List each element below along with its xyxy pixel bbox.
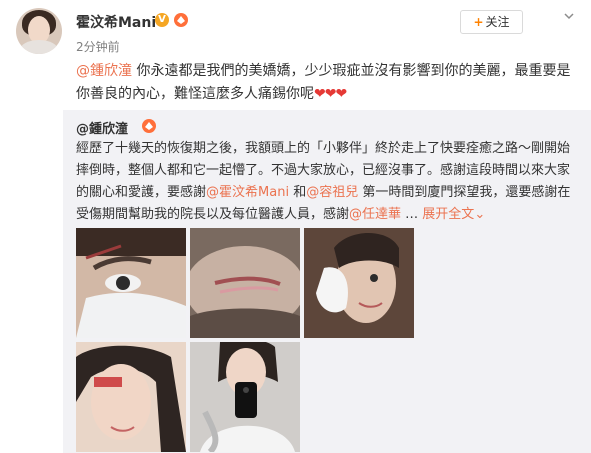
photo-5-image <box>190 342 300 452</box>
mention-link[interactable]: @容祖兒 <box>306 185 358 200</box>
mention-link[interactable]: @霍汶希Mani <box>206 185 289 200</box>
post-username[interactable]: 霍汶希Mani <box>76 12 156 32</box>
photo-2-image <box>190 228 300 338</box>
heart-emoji-icons: ❤❤❤ <box>314 86 347 102</box>
plus-icon: + <box>473 15 484 29</box>
chevron-down-icon[interactable] <box>563 10 575 22</box>
avatar[interactable] <box>16 8 62 54</box>
repost-container: @鍾欣潼 經歷了十幾天的恢復期之後，我額頭上的「小夥伴」終於走上了快要痊癒之路～… <box>63 110 591 453</box>
follow-label: 关注 <box>485 15 510 29</box>
fan-badge-icon <box>142 119 156 133</box>
photo-5[interactable] <box>190 342 300 452</box>
mention-link[interactable]: @任達華 <box>349 207 401 222</box>
fan-badge-icon <box>174 13 188 27</box>
v-badge-icon: V <box>155 13 169 27</box>
photo-3[interactable] <box>304 228 414 338</box>
repost-text: 經歷了十幾天的恢復期之後，我額頭上的「小夥伴」終於走上了快要痊癒之路～剛開始摔倒… <box>76 138 576 226</box>
photo-4[interactable] <box>76 342 186 452</box>
photo-3-image <box>304 228 414 338</box>
chevron-down-icon: ⌄ <box>474 207 486 222</box>
photo-4-image <box>76 342 186 452</box>
avatar-body <box>20 40 58 54</box>
follow-button[interactable]: + 关注 <box>460 10 523 34</box>
photo-2[interactable] <box>190 228 300 338</box>
weibo-post-card: 霍汶希Mani V 2分钟前 + 关注 @鍾欣潼 你永遠都是我們的美嬌嬌，少少瑕疵… <box>0 0 591 453</box>
post-time[interactable]: 2分钟前 <box>76 38 120 55</box>
mention-link[interactable]: @鍾欣潼 <box>76 63 132 79</box>
repost-username[interactable]: @鍾欣潼 <box>76 118 128 137</box>
post-text: @鍾欣潼 你永遠都是我們的美嬌嬌，少少瑕疵並沒有影響到你的美麗，最重要是你善良的… <box>76 60 576 106</box>
photo-1[interactable] <box>76 228 186 338</box>
repost-text-part-2: 和 <box>289 185 307 200</box>
repost-text-part-4: … <box>401 207 423 222</box>
photo-1-image <box>76 228 186 338</box>
expand-label: 展开全文 <box>422 207 475 222</box>
expand-full-text-link[interactable]: 展开全文⌄ <box>422 207 485 222</box>
